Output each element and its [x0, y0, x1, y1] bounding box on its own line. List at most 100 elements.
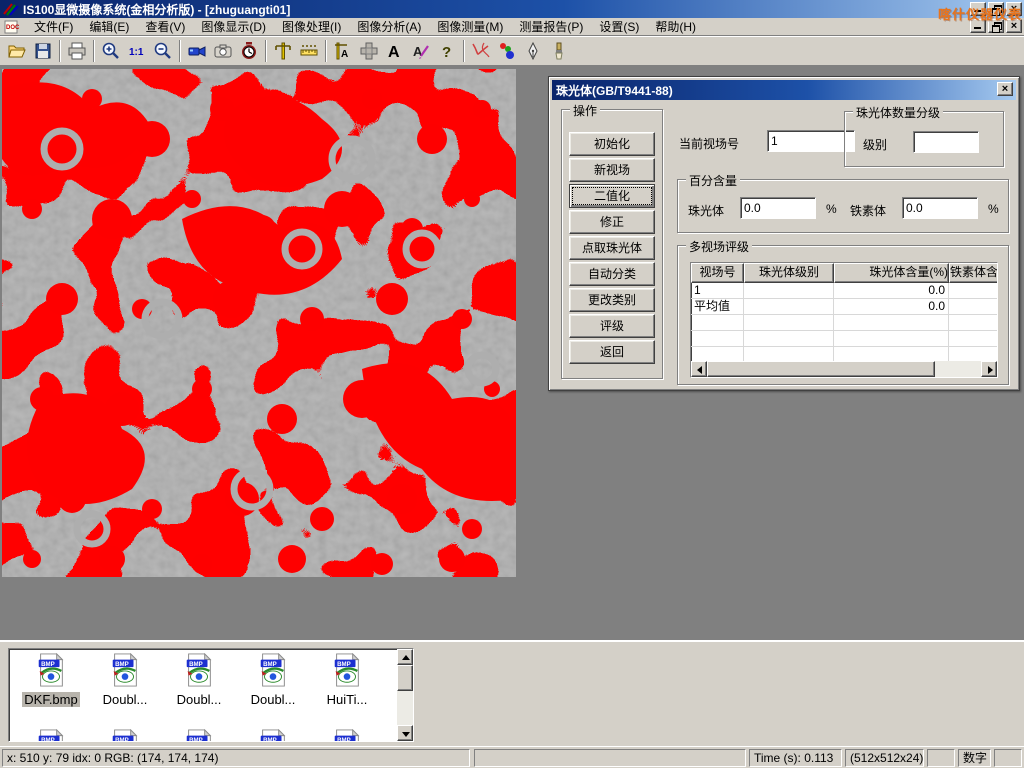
menu-image-display[interactable]: 图像显示(D) [193, 17, 274, 36]
multi-field-group-label: 多视场评级 [686, 238, 752, 255]
svg-text:BMP: BMP [41, 737, 55, 742]
file-item[interactable]: BMP [89, 729, 161, 742]
scroll-up-button[interactable] [397, 649, 413, 665]
zoom-in-icon [101, 41, 121, 61]
pearlite-percent-sign: % [826, 202, 837, 216]
binarize-button[interactable]: 二值化 [569, 184, 655, 208]
pen-annotation-button[interactable] [520, 38, 546, 64]
bmp-file-icon: BMP [184, 729, 214, 742]
file-item[interactable]: BMP [237, 729, 309, 742]
grade-button[interactable]: 评级 [569, 314, 655, 338]
file-name[interactable]: Doubl... [175, 692, 224, 707]
toolbar-separator [325, 40, 327, 62]
scrollbar-thumb[interactable] [397, 665, 413, 691]
child-minimize-button[interactable] [970, 19, 986, 33]
child-restore-button[interactable] [988, 19, 1004, 33]
file-name[interactable]: Doubl... [101, 692, 150, 707]
pick-pearlite-button[interactable]: 点取珠光体 [569, 236, 655, 260]
file-item[interactable]: BMP [15, 729, 87, 742]
file-list-scrollbar[interactable] [397, 649, 413, 741]
svg-text:1:1: 1:1 [129, 47, 144, 58]
bmp-file-icon: BMP [258, 729, 288, 742]
file-item[interactable]: BMP DKF.bmp [15, 653, 87, 707]
actual-size-button[interactable]: 1:1 [124, 38, 150, 64]
text-annotation-button[interactable]: A [382, 38, 408, 64]
toolbar-separator [179, 40, 181, 62]
file-name[interactable]: Doubl... [249, 692, 298, 707]
file-item[interactable]: BMP [311, 729, 383, 742]
video-capture-button[interactable] [184, 38, 210, 64]
save-button[interactable] [30, 38, 56, 64]
ruler-button[interactable] [296, 38, 322, 64]
timer-button[interactable] [236, 38, 262, 64]
menu-measure-report[interactable]: 测量报告(P) [511, 17, 591, 36]
menu-image-processing[interactable]: 图像处理(I) [274, 17, 349, 36]
menu-settings[interactable]: 设置(S) [591, 17, 647, 36]
rating-table[interactable]: 视场号 珠光体级别 珠光体含量(%) 铁素体含量(%) 1 0.0 平均值 0.… [690, 262, 998, 378]
open-file-button[interactable] [4, 38, 30, 64]
menu-edit[interactable]: 编辑(E) [81, 17, 137, 36]
help-question-icon: ? [437, 41, 457, 61]
bmp-file-icon: BMP [184, 653, 214, 687]
pearlite-percent-input[interactable] [740, 197, 816, 219]
brush-fill-button[interactable] [546, 38, 572, 64]
particle-analysis-button[interactable] [494, 38, 520, 64]
file-item[interactable]: BMP Doubl... [89, 653, 161, 707]
return-button[interactable]: 返回 [569, 340, 655, 364]
file-item[interactable]: BMP [163, 729, 235, 742]
table-horizontal-scrollbar[interactable] [691, 361, 997, 377]
correct-button[interactable]: 修正 [569, 210, 655, 234]
file-name[interactable]: DKF.bmp [22, 692, 79, 707]
minimize-button[interactable] [970, 2, 986, 16]
caliper-measure-button[interactable] [270, 38, 296, 64]
grid-measure-button[interactable] [356, 38, 382, 64]
menu-view[interactable]: 查看(V) [137, 17, 193, 36]
percent-group: 百分含量 珠光体 % 铁素体 % [677, 179, 1009, 233]
menu-image-analysis[interactable]: 图像分析(A) [349, 17, 429, 36]
restore-button[interactable] [988, 2, 1004, 16]
scroll-left-button[interactable] [691, 361, 707, 377]
mode-indicator: 数字 [958, 749, 991, 767]
current-field-input[interactable] [767, 130, 855, 152]
file-list[interactable]: BMP DKF.bmp BMP Doubl... BMP [8, 648, 414, 742]
scroll-down-button[interactable] [397, 725, 413, 741]
zoom-in-button[interactable] [98, 38, 124, 64]
ferrite-percent-input[interactable] [902, 197, 978, 219]
caliper-text-icon: A [333, 41, 353, 61]
menu-help[interactable]: 帮助(H) [647, 17, 704, 36]
scrollbar-thumb[interactable] [707, 361, 935, 377]
edit-annotation-button[interactable]: A [408, 38, 434, 64]
table-row: 平均值 0.0 [691, 299, 997, 315]
micrograph-image[interactable] [2, 69, 516, 577]
change-class-button[interactable]: 更改类别 [569, 288, 655, 312]
toolbar: 1:1 A A A ? [0, 36, 1024, 66]
scroll-right-button[interactable] [981, 361, 997, 377]
help-button[interactable]: ? [434, 38, 460, 64]
menu-file[interactable]: 文件(F) [26, 17, 81, 36]
bottom-panel: BMP DKF.bmp BMP Doubl... BMP [0, 640, 1024, 746]
menu-image-measure[interactable]: 图像测量(M) [429, 17, 511, 36]
file-item[interactable]: BMP HuiTi... [311, 653, 383, 707]
auto-classify-button[interactable]: 自动分类 [569, 262, 655, 286]
snapshot-button[interactable] [210, 38, 236, 64]
init-button[interactable]: 初始化 [569, 132, 655, 156]
file-item[interactable]: BMP Doubl... [237, 653, 309, 707]
zoom-out-button[interactable] [150, 38, 176, 64]
child-close-button[interactable]: × [1006, 19, 1022, 33]
new-field-button[interactable]: 新视场 [569, 158, 655, 182]
print-button[interactable] [64, 38, 90, 64]
curve-measure-button[interactable] [468, 38, 494, 64]
dialog-close-button[interactable]: × [997, 82, 1013, 96]
file-item[interactable]: BMP Doubl... [163, 653, 235, 707]
toolbar-separator [59, 40, 61, 62]
close-button[interactable]: × [1006, 2, 1022, 16]
cell: 0.0 [834, 299, 949, 315]
table-row [691, 315, 997, 331]
bmp-file-icon: BMP [332, 729, 362, 742]
measure-label-button[interactable]: A [330, 38, 356, 64]
cell [744, 283, 834, 299]
toolbar-separator [265, 40, 267, 62]
bmp-file-icon: BMP [258, 653, 288, 687]
file-name[interactable]: HuiTi... [325, 692, 370, 707]
level-input[interactable] [913, 131, 979, 153]
